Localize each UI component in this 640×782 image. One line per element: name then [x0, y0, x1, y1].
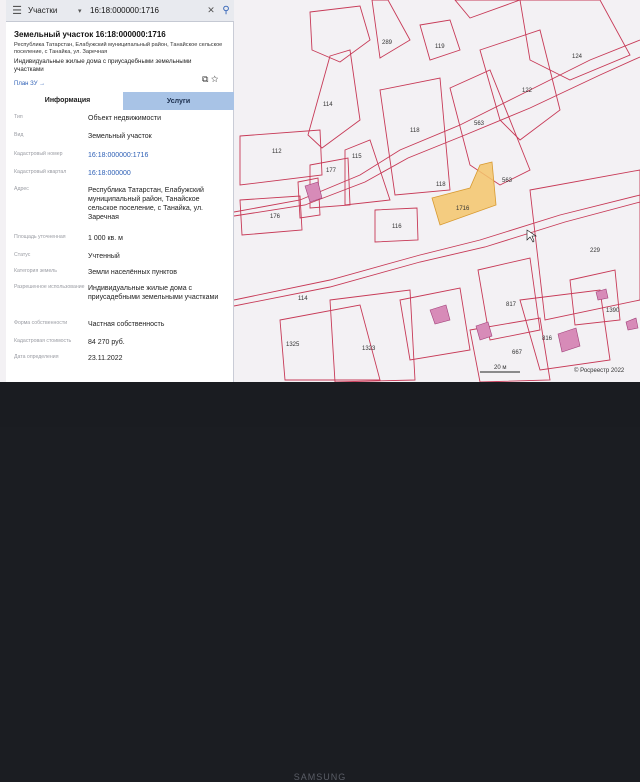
- property-label: Кадастровый квартал: [14, 169, 67, 175]
- cadastral-quarter-link[interactable]: 16:18:000000: [88, 169, 230, 178]
- parcel-label: 115: [352, 154, 362, 160]
- parcel-label: 119: [435, 44, 445, 50]
- property-value: Объект недвижимости: [88, 115, 162, 122]
- property-value: Земельный участок: [88, 133, 152, 140]
- parcel-label: 563: [502, 178, 513, 184]
- cadastral-number-link[interactable]: 16:18:000000:1716: [88, 151, 230, 160]
- card-actions: ⧉ ☆: [202, 74, 218, 85]
- property-label: Форма собственности: [14, 320, 68, 326]
- parcel-label: 1323: [362, 346, 376, 352]
- menu-icon[interactable]: ☰: [6, 4, 28, 17]
- property-row: Тип Объект недвижимости: [14, 114, 230, 123]
- property-row: Дата определения 23.11.2022: [14, 354, 230, 363]
- property-row: Адрес Республика Татарстан, Елабужский м…: [14, 186, 230, 222]
- parcel-label: 667: [512, 350, 523, 356]
- parcel-label: 177: [326, 168, 337, 174]
- parcel-label: 176: [270, 214, 281, 220]
- parcel-label: 118: [410, 128, 420, 134]
- parcel-label: 229: [590, 248, 601, 254]
- object-usage: Индивидуальные жилые дома с приусадебным…: [14, 58, 192, 73]
- tab-services[interactable]: Услуги: [123, 92, 234, 110]
- monitor-bezel: SAMSUNG: [0, 382, 640, 782]
- object-title: Земельный участок 16:18:000000:1716: [14, 30, 166, 39]
- map-attribution: © Росреестр 2022: [574, 367, 625, 374]
- property-row: Вид Земельный участок: [14, 132, 230, 141]
- parcel-label: 114: [323, 102, 333, 108]
- property-value: Учтенный: [88, 253, 120, 260]
- property-label: Вид: [14, 132, 24, 138]
- search-icon[interactable]: ⚲: [218, 5, 234, 16]
- property-label: Разрешенное использование: [14, 284, 85, 290]
- search-input[interactable]: 16:18:000000:1716: [88, 6, 204, 15]
- tab-information[interactable]: Информация: [12, 92, 123, 110]
- property-label: Кадастровый номер: [14, 151, 63, 157]
- property-value: 1 000 кв. м: [88, 235, 123, 242]
- parcel-label: 816: [542, 336, 553, 342]
- property-label: Категория земель: [14, 268, 57, 274]
- screen: 289 119 124 114 122 118 563 112 115 177 …: [0, 0, 640, 390]
- property-value: 23.11.2022: [88, 355, 123, 362]
- property-value: Земли населённых пунктов: [88, 269, 178, 276]
- property-label: Дата определения: [14, 354, 59, 360]
- property-value: Частная собственность: [88, 321, 165, 328]
- parcel-label: 1390: [606, 308, 620, 314]
- parcel-label: 118: [436, 182, 446, 188]
- property-label: Адрес: [14, 186, 29, 192]
- property-value: Республика Татарстан, Елабужский муницип…: [88, 187, 204, 221]
- parcel-label: 289: [382, 40, 393, 46]
- chevron-down-icon[interactable]: ▾: [78, 7, 88, 15]
- property-label: Кадастровая стоимость: [14, 338, 72, 344]
- property-label: Статус: [14, 252, 31, 258]
- plan-link[interactable]: План ЗУ →: [14, 81, 45, 87]
- close-icon[interactable]: ✕: [204, 5, 218, 16]
- parcel-label: 563: [474, 121, 485, 127]
- parcel-label: 124: [572, 54, 583, 60]
- object-info-panel: ☰ Участки ▾ 16:18:000000:1716 ✕ ⚲ Земель…: [6, 0, 234, 382]
- parcel-label: 122: [522, 88, 533, 94]
- property-row: Статус Учтенный: [14, 252, 230, 261]
- object-address: Республика Татарстан, Елабужский муницип…: [14, 42, 223, 55]
- property-row: Кадастровая стоимость 84 270 руб.: [14, 338, 230, 347]
- brand-logo: SAMSUNG: [293, 772, 347, 782]
- parcel-label: 116: [392, 224, 402, 230]
- parcel-label: 817: [506, 302, 517, 308]
- parcel-label: 112: [272, 149, 282, 155]
- property-row: Кадастровый квартал 16:18:000000: [14, 169, 230, 178]
- property-value: Индивидуальные жилые дома с приусадебным…: [88, 285, 219, 301]
- property-row: Категория земель Земли населённых пункто…: [14, 268, 230, 277]
- property-row: Кадастровый номер 16:18:000000:1716: [14, 151, 230, 160]
- layer-select[interactable]: Участки: [28, 6, 78, 15]
- star-icon[interactable]: ☆: [211, 74, 218, 84]
- share-icon[interactable]: ⧉: [202, 74, 208, 84]
- parcel-label: 1716: [456, 206, 470, 212]
- property-row: Разрешенное использование Индивидуальные…: [14, 284, 230, 302]
- property-row: Форма собственности Частная собственност…: [14, 320, 230, 329]
- property-row: Площадь уточненная 1 000 кв. м: [14, 234, 230, 243]
- property-value: 84 270 руб.: [88, 339, 125, 346]
- parcel-label: 1325: [286, 342, 300, 348]
- search-bar: ☰ Участки ▾ 16:18:000000:1716 ✕ ⚲: [6, 0, 234, 22]
- property-label: Площадь уточненная: [14, 234, 66, 240]
- scale-label: 20 м: [494, 365, 506, 371]
- parcel-label: 114: [298, 296, 308, 302]
- tabs: Информация Услуги: [12, 92, 234, 110]
- property-label: Тип: [14, 114, 23, 120]
